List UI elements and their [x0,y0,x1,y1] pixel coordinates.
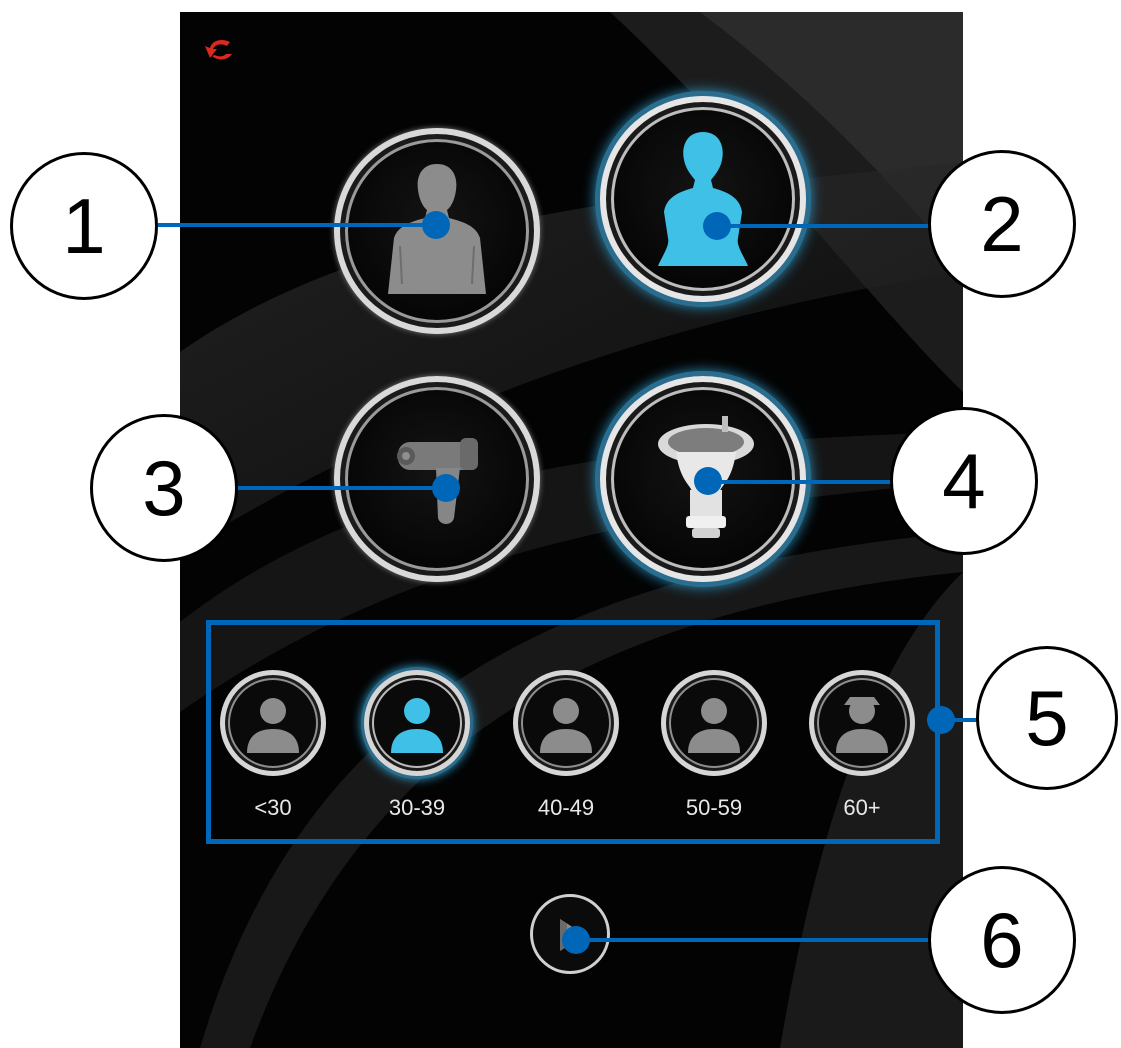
callout-5-marker [927,706,955,734]
callout-5: 5 [976,646,1118,790]
callout-6: 6 [928,866,1076,1014]
age-group-highlight-box [206,620,940,844]
callout-3: 3 [90,414,238,562]
callout-6-leader [575,938,931,942]
callout-1-marker [422,211,450,239]
callout-6-marker [562,926,590,954]
back-arrow-icon[interactable] [202,36,238,66]
callout-1: 1 [10,152,158,300]
callout-4: 4 [890,407,1038,555]
callout-2-leader [716,224,938,228]
callout-2: 2 [928,150,1076,298]
callout-3-marker [432,474,460,502]
background-swoosh [180,12,963,1048]
female-button[interactable] [600,96,806,302]
callout-4-marker [694,467,722,495]
app-screen: <30 30-39 40-49 50-59 60+ [180,12,963,1048]
callout-3-leader [238,486,446,490]
callout-4-leader [708,480,898,484]
female-silhouette-icon [658,132,748,266]
callout-1-leader [158,223,436,227]
callout-2-marker [703,212,731,240]
